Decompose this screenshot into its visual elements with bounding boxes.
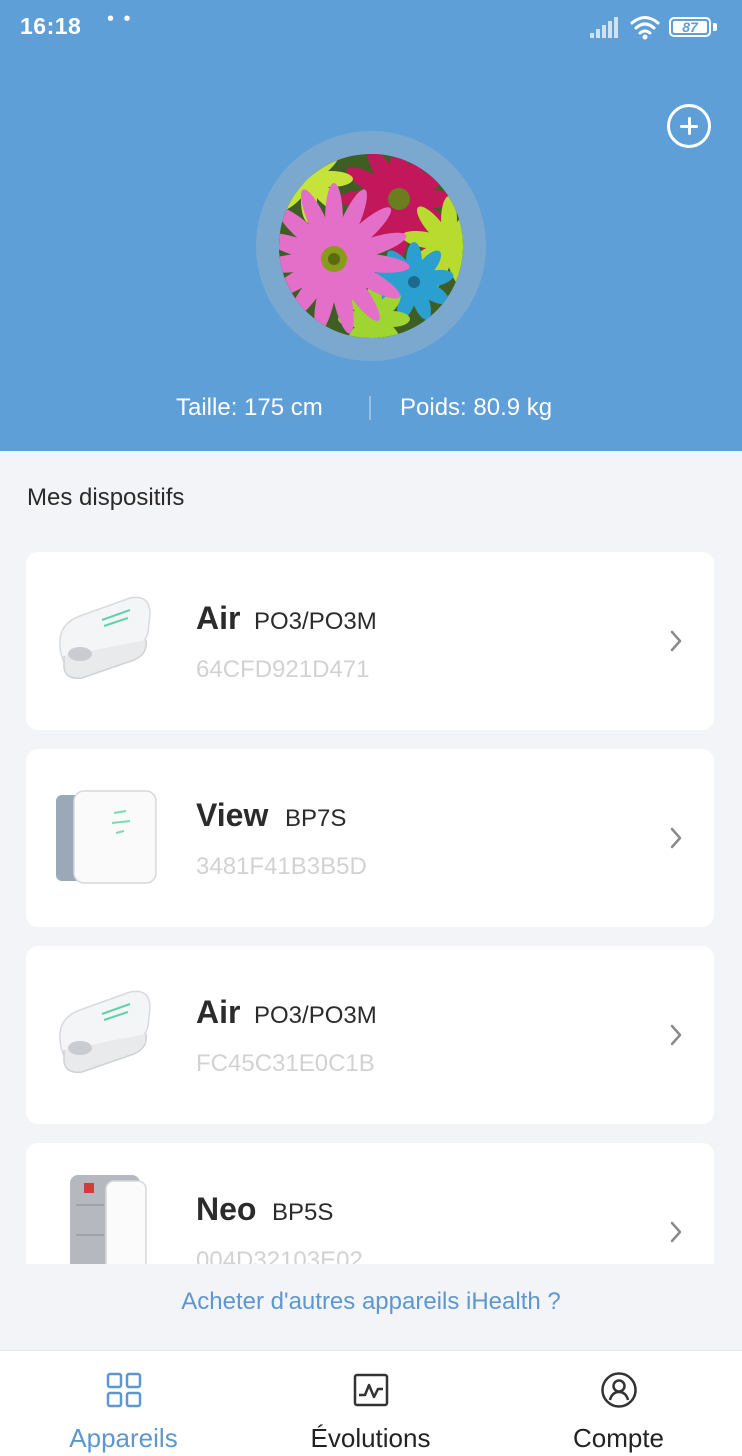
device-card[interactable]: View BP7S 3481F41B3B5D bbox=[26, 749, 714, 927]
height-value: Taille: 175 cm bbox=[176, 394, 323, 421]
status-bar: 16:18 • • 87 bbox=[0, 0, 742, 54]
device-name: View bbox=[196, 797, 269, 833]
device-model: PO3/PO3M bbox=[254, 608, 377, 635]
device-id: 004D32103E02 bbox=[196, 1247, 363, 1264]
nav-label: Compte bbox=[572, 1423, 665, 1453]
nav-label: Évolutions bbox=[310, 1423, 431, 1453]
device-id: 3481F41B3B5D bbox=[196, 853, 367, 880]
section-title: Mes dispositifs bbox=[27, 484, 185, 511]
profile-stats: Taille: 175 cm Poids: 80.9 kg bbox=[0, 394, 742, 424]
arm-bp-monitor-image bbox=[70, 1175, 147, 1264]
notification-dots: • • bbox=[107, 8, 133, 30]
device-card[interactable]: Air PO3/PO3M FC45C31E0C1B bbox=[26, 946, 714, 1124]
chevron-right-icon bbox=[670, 1024, 682, 1046]
device-list[interactable]: Air PO3/PO3M 64CFD921D471 View BP7S 3481… bbox=[0, 552, 742, 1264]
device-name: Air bbox=[196, 994, 241, 1030]
stats-divider bbox=[369, 396, 371, 420]
grid-icon bbox=[106, 1372, 141, 1408]
buy-devices-link[interactable]: Acheter d'autres appareils iHealth ? bbox=[0, 1288, 742, 1316]
flower-photo bbox=[279, 154, 463, 338]
device-name: Neo bbox=[196, 1191, 257, 1227]
wrist-bp-monitor-image bbox=[56, 790, 157, 884]
device-name: Air bbox=[196, 600, 241, 636]
nav-label: Appareils bbox=[69, 1423, 178, 1453]
weight-value: Poids: 80.9 kg bbox=[400, 394, 553, 421]
device-model: BP5S bbox=[272, 1199, 334, 1226]
device-model: PO3/PO3M bbox=[254, 1002, 377, 1029]
device-id: 64CFD921D471 bbox=[196, 656, 370, 683]
nav-tab-compte[interactable]: Compte bbox=[495, 1351, 742, 1456]
chart-icon bbox=[353, 1373, 388, 1407]
account-icon bbox=[600, 1372, 637, 1408]
device-card[interactable]: Neo BP5S 004D32103E02 bbox=[26, 1143, 714, 1264]
nav-tab-appareils[interactable]: Appareils bbox=[0, 1351, 247, 1456]
wifi-icon bbox=[630, 16, 660, 40]
profile-header: 16:18 • • 87 Taille: 175 cm Poids: 80.9 … bbox=[0, 0, 742, 451]
device-card[interactable]: Air PO3/PO3M 64CFD921D471 bbox=[26, 552, 714, 730]
oximeter-image bbox=[59, 596, 151, 680]
bottom-nav: Appareils Évolutions Compte bbox=[0, 1350, 742, 1456]
device-id: FC45C31E0C1B bbox=[196, 1050, 375, 1077]
signal-icon bbox=[590, 17, 618, 38]
battery-level: 87 bbox=[682, 19, 698, 35]
chevron-right-icon bbox=[670, 1221, 682, 1243]
status-time: 16:18 bbox=[20, 13, 82, 39]
battery-icon: 87 bbox=[669, 17, 711, 37]
chevron-right-icon bbox=[670, 827, 682, 849]
add-device-button[interactable] bbox=[667, 104, 711, 148]
avatar[interactable] bbox=[279, 154, 463, 338]
device-model: BP7S bbox=[285, 805, 347, 832]
nav-tab-evolutions[interactable]: Évolutions bbox=[247, 1351, 494, 1456]
chevron-right-icon bbox=[670, 630, 682, 652]
oximeter-image bbox=[59, 990, 151, 1074]
